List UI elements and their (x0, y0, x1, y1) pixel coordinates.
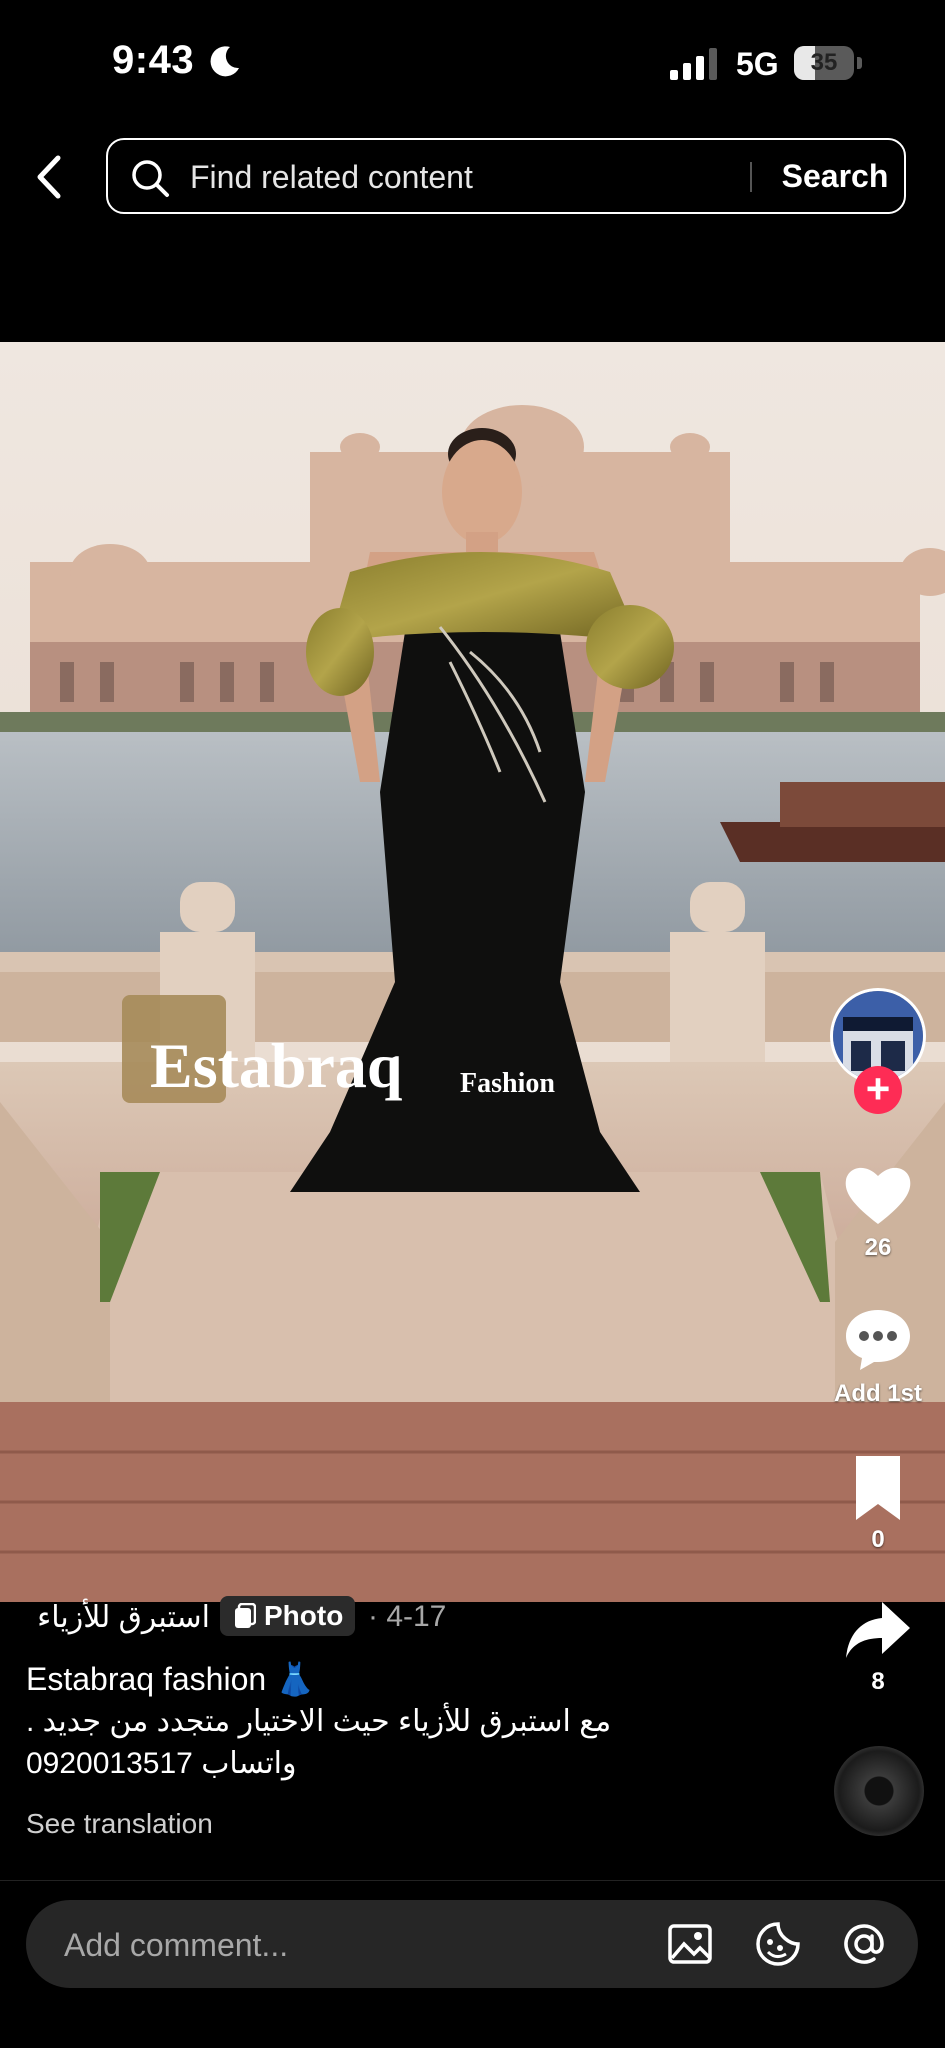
comment-icon[interactable] (842, 1304, 914, 1376)
like-count: 26 (864, 1234, 892, 1261)
heart-icon[interactable] (842, 1160, 914, 1232)
post-photo[interactable]: Estabraq Fashion (0, 342, 945, 1602)
caption-line-2: مع استبرق للأزياء حيث الاختيار متجدد من … (26, 1705, 612, 1738)
search-bar[interactable]: Search (106, 138, 906, 214)
search-divider (750, 162, 752, 192)
network-type: 5G (736, 46, 779, 82)
photo-badge: Photo (220, 1596, 356, 1636)
comment-input[interactable] (62, 1900, 626, 1990)
moon-icon (210, 46, 239, 77)
bookmark-icon[interactable] (842, 1452, 914, 1524)
author-name[interactable]: استبرق للأزياء (37, 1600, 210, 1635)
divider (0, 1880, 945, 1881)
music-disc-icon[interactable] (834, 1746, 924, 1836)
battery-level: 35 (810, 49, 838, 76)
search-button[interactable]: Search (772, 140, 898, 212)
save-count: 0 (871, 1526, 885, 1553)
follow-plus-button[interactable]: + (854, 1066, 902, 1114)
comment-bar[interactable] (26, 1900, 918, 1990)
signal-icon (670, 48, 717, 80)
see-translation-link[interactable]: See translation (26, 1808, 213, 1840)
battery-icon: 35 (794, 46, 864, 80)
status-bar: 9:43 5G 35 (0, 0, 945, 120)
share-count: 8 (871, 1668, 885, 1695)
photo-stack-icon (235, 1603, 256, 1628)
caption-title: Estabraq fashion 👗 (26, 1661, 315, 1697)
photo-badge-label: Photo (264, 1600, 344, 1631)
post-date: · 4-17 (368, 1600, 447, 1633)
search-icon (132, 160, 169, 197)
back-arrow-icon[interactable] (30, 152, 70, 202)
status-time: 9:43 (112, 38, 195, 82)
share-icon[interactable] (842, 1596, 914, 1668)
search-input[interactable] (188, 140, 832, 214)
comment-count: Add 1st (833, 1380, 922, 1407)
logo-subtext: Fashion (460, 1068, 555, 1099)
image-icon[interactable] (666, 1920, 714, 1968)
mention-icon[interactable] (840, 1920, 888, 1968)
sticker-icon[interactable] (754, 1920, 802, 1968)
logo-text: Estabraq (150, 1030, 403, 1101)
caption-line-3: 0920013517 واتساب (26, 1747, 297, 1780)
photo-illustration: Estabraq Fashion (0, 342, 945, 1602)
